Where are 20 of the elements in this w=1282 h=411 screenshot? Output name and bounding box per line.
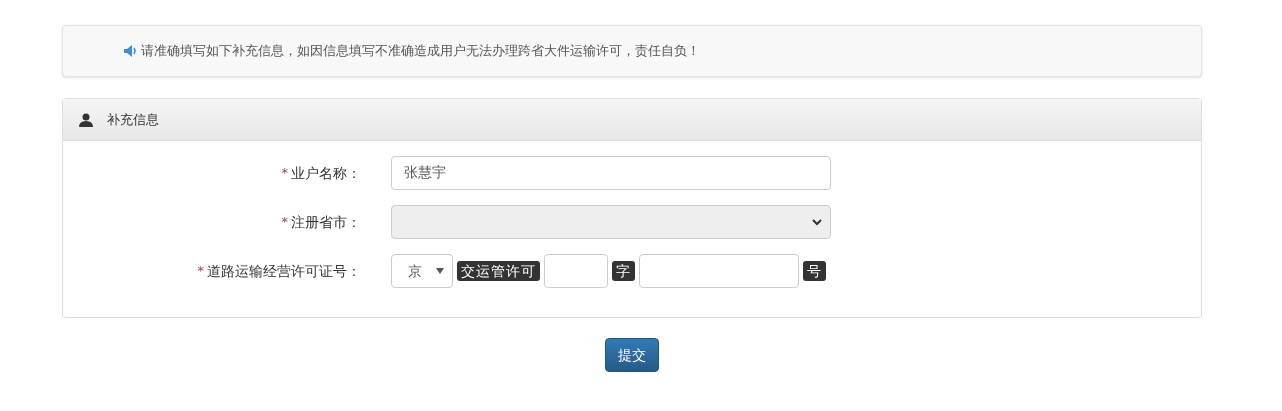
submit-button[interactable]: 提交: [605, 338, 659, 372]
user-icon: [79, 112, 93, 127]
label-tag: 字: [612, 261, 635, 281]
required-mark: *: [281, 164, 288, 183]
province-select[interactable]: 京: [391, 254, 453, 288]
required-mark: *: [197, 262, 204, 281]
input-field[interactable]: [544, 254, 608, 288]
speaker-icon: [123, 44, 137, 58]
input-field[interactable]: 张慧宇: [391, 156, 831, 190]
required-mark: *: [281, 213, 288, 232]
field-label: 业户名称：: [291, 163, 361, 183]
panel-title: 补充信息: [107, 110, 159, 129]
input-field[interactable]: [639, 254, 799, 288]
field-label: 注册省市：: [291, 212, 361, 232]
field-label: 道路运输经营许可证号：: [207, 261, 361, 281]
label-tag: 交运管许可: [457, 261, 540, 281]
notice-text: 请准确填写如下补充信息，如因信息填写不准确造成用户无法办理跨省大件运输许可，责任自负！: [141, 42, 700, 61]
chevron-down-icon: [812, 218, 822, 226]
caret-icon: [436, 268, 444, 274]
label-tag: 号: [803, 261, 826, 281]
